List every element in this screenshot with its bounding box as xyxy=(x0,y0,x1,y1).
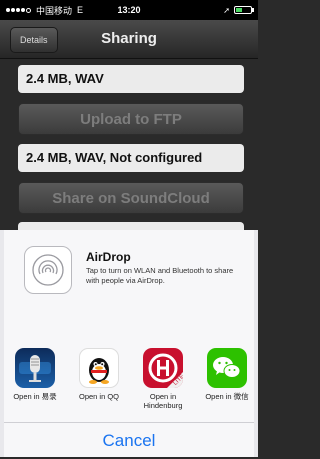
app-label: Open in Hindenburg xyxy=(143,392,183,410)
upload-ftp-button[interactable]: Upload to FTP xyxy=(18,103,244,135)
app-label: Open in 易录 xyxy=(13,392,57,401)
qq-penguin-icon xyxy=(79,348,119,388)
airdrop-title: AirDrop xyxy=(86,250,131,264)
app-label: Open in QQ xyxy=(78,392,120,401)
airdrop-description: Tap to turn on WLAN and Bluetooth to sha… xyxy=(86,266,234,285)
status-bar: 中国移动 E 13:20 ➚ xyxy=(0,0,258,20)
wechat-icon xyxy=(207,348,247,388)
app-open-in-hindenburg[interactable]: LITE Open in Hindenburg xyxy=(134,340,192,410)
share-sheet: AirDrop Tap to turn on WLAN and Bluetoot… xyxy=(4,230,254,457)
share-apps-row: Open in 易录 Open in QQ LITE Open in Hinde… xyxy=(4,340,254,423)
battery-icon xyxy=(234,6,254,14)
share-soundcloud-button[interactable]: Share on SoundCloud xyxy=(18,182,244,214)
airdrop-section[interactable]: AirDrop Tap to turn on WLAN and Bluetoot… xyxy=(4,230,254,341)
app-open-in-qq[interactable]: Open in QQ xyxy=(70,340,128,401)
app-open-in-wechat[interactable]: Open in 微信 xyxy=(198,340,256,401)
hindenburg-lite-icon: LITE xyxy=(143,348,183,388)
page-title: Sharing xyxy=(101,30,157,47)
navigation-bar: Details Sharing xyxy=(0,20,258,59)
cancel-button[interactable]: Cancel xyxy=(4,423,254,457)
ftp-info-row: 2.4 MB, WAV, Not configured xyxy=(18,144,244,172)
airdrop-icon[interactable] xyxy=(24,246,72,294)
app-open-in-yilu[interactable]: Open in 易录 xyxy=(6,340,64,401)
app-label: Open in 微信 xyxy=(205,392,249,401)
clock: 13:20 xyxy=(117,5,141,15)
microphone-icon xyxy=(15,348,55,388)
file-info-row: 2.4 MB, WAV xyxy=(18,65,244,93)
